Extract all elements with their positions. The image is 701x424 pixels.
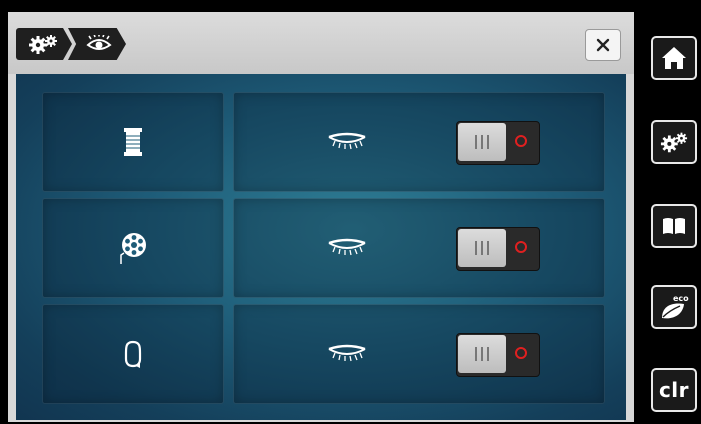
clear-button[interactable]: clr (651, 368, 697, 412)
breadcrumb-eye[interactable] (68, 28, 126, 60)
sewing-machine-screen: eco clr (0, 0, 701, 424)
right-sidebar: eco clr (641, 0, 701, 424)
presser-foot-setting (233, 304, 605, 404)
off-indicator-icon (515, 241, 527, 253)
top-bar (8, 12, 634, 74)
close-button[interactable] (585, 29, 621, 61)
tutorial-button[interactable] (651, 204, 697, 248)
thread-spool-setting (233, 92, 605, 192)
gears-icon (29, 35, 57, 54)
off-indicator-icon (515, 347, 527, 359)
thread-spool-cell (42, 92, 224, 192)
closed-eye-icon (328, 132, 366, 150)
bobbin-cell (42, 198, 224, 298)
home-button[interactable] (651, 36, 697, 80)
presser-foot-icon (124, 340, 142, 368)
eye-settings-panel (8, 12, 634, 422)
grip-icon (475, 241, 489, 255)
bobbin-setting (233, 198, 605, 298)
presser-foot-cell (42, 304, 224, 404)
toggle-knob[interactable] (458, 335, 506, 373)
toggle-knob[interactable] (458, 229, 506, 267)
clear-icon: clr (658, 378, 690, 402)
thread-spool-icon (124, 128, 142, 156)
breadcrumb-settings[interactable] (16, 28, 72, 60)
eye-icon (86, 35, 112, 50)
eco-label: eco (673, 294, 689, 303)
close-icon (596, 38, 610, 52)
bobbin-toggle[interactable] (456, 227, 540, 271)
home-icon (662, 47, 686, 69)
off-indicator-icon (515, 135, 527, 147)
settings-button[interactable] (651, 120, 697, 164)
closed-eye-icon (328, 344, 366, 362)
tutorial-book-icon (663, 218, 685, 234)
grip-icon (475, 347, 489, 361)
settings-content (16, 74, 626, 420)
grip-icon (475, 135, 489, 149)
bobbin-icon (120, 233, 146, 264)
eco-button[interactable]: eco (651, 285, 697, 329)
toggle-knob[interactable] (458, 123, 506, 161)
closed-eye-icon (328, 238, 366, 256)
eco-leaf-icon: eco (662, 294, 689, 319)
thread-spool-toggle[interactable] (456, 121, 540, 165)
settings-icon (660, 132, 688, 153)
presser-foot-toggle[interactable] (456, 333, 540, 377)
